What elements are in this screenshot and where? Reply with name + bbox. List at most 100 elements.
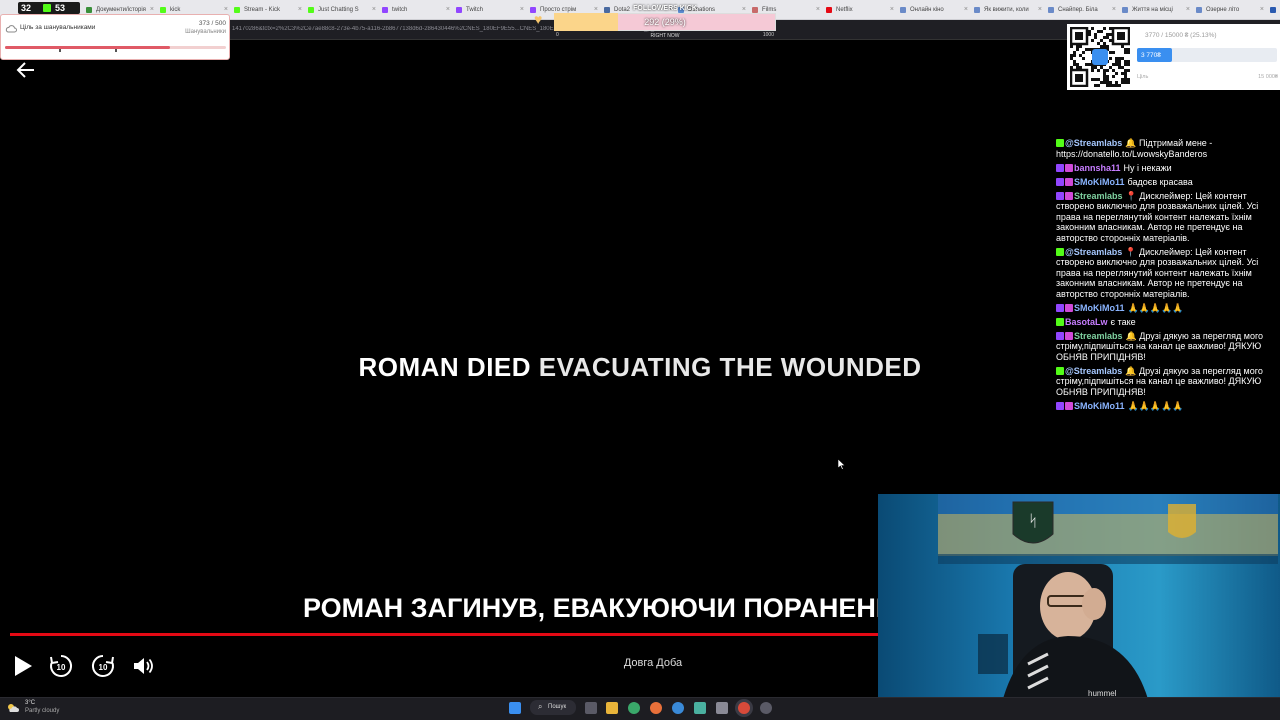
donation-qr-widget: 3770 / 15000 ₴ (25.13%) 3 770₴ Ціль 15 0…	[1067, 24, 1280, 90]
weather-desc[interactable]: Partly cloudy	[25, 708, 59, 714]
tab-close-icon[interactable]: ×	[446, 3, 450, 17]
chat-emote-icon: 🔔	[1125, 330, 1140, 341]
browser-tab[interactable]: Stream - Kick ×	[232, 3, 302, 17]
kick-platform-icon	[1056, 366, 1064, 375]
play-icon	[15, 656, 32, 676]
tab-favicon-icon	[382, 7, 388, 13]
badge-icon	[1065, 401, 1073, 410]
title-bold: ROMAN DIED	[358, 352, 532, 382]
tab-close-icon[interactable]: ×	[964, 3, 968, 17]
weather-icon[interactable]	[6, 701, 20, 713]
tab-close-icon[interactable]: ×	[1112, 3, 1116, 17]
chat-username[interactable]: bannsha11	[1074, 163, 1121, 173]
rewind-icon: 10	[50, 654, 73, 677]
browser-tab[interactable]: Netflix ×	[824, 3, 894, 17]
chat-username[interactable]: SMoKiMo11	[1074, 303, 1125, 313]
app-icon[interactable]	[694, 702, 706, 714]
tab-close-icon[interactable]: ×	[816, 3, 820, 17]
tab-close-icon[interactable]: ×	[1186, 3, 1190, 17]
tab-close-icon[interactable]: ×	[1038, 3, 1042, 17]
tab-label: Документи/історія	[96, 7, 146, 13]
chat-username[interactable]: @Streamlabs	[1065, 138, 1122, 148]
firefox-icon[interactable]	[650, 702, 662, 714]
browser-tab[interactable]: DeepState×	[1268, 3, 1280, 17]
search-icon: ⌕	[538, 702, 543, 711]
browser-tab[interactable]: Just Chatting S ×	[306, 3, 376, 17]
tab-close-icon[interactable]: ×	[1260, 3, 1264, 17]
edge-icon[interactable]	[672, 702, 684, 714]
task-view-icon[interactable]	[585, 702, 597, 714]
tab-favicon-icon	[1122, 7, 1128, 13]
chat-emote-icon: 🔔	[1125, 138, 1140, 148]
chat-text: Ну і некажи	[1123, 162, 1172, 173]
file-explorer-icon[interactable]	[606, 702, 618, 714]
goal-progress-fill	[5, 46, 170, 49]
chat-username[interactable]: SMoKiMo11	[1074, 177, 1125, 187]
browser-tab[interactable]: Снайпер. Біла ×	[1046, 3, 1116, 17]
search-label: Пошук	[548, 704, 567, 710]
browser-tab[interactable]: Twitch ×	[454, 3, 524, 17]
chat-username[interactable]: @Streamlabs	[1065, 366, 1122, 376]
donation-amount: 3 770₴	[1141, 52, 1161, 59]
twitch-platform-icon	[1056, 177, 1064, 186]
chat-username[interactable]: Streamlabs	[1074, 331, 1123, 341]
goal-label: Ціль за шанувальниками	[20, 24, 96, 31]
rewind-seconds: 10	[57, 663, 66, 672]
volume-button[interactable]	[129, 652, 157, 680]
rewind-10-button[interactable]: 10	[47, 652, 75, 680]
start-button-icon[interactable]	[509, 702, 521, 714]
followers-footer: RIGHT NOW	[650, 33, 680, 39]
app-icon[interactable]	[716, 702, 728, 714]
chat-username[interactable]: Streamlabs	[1074, 191, 1123, 201]
browser-tab[interactable]: Онлайн кіно ×	[898, 3, 968, 17]
kick-counter-right: 53	[55, 3, 66, 13]
obs-icon[interactable]	[760, 702, 772, 714]
browser-icon-active[interactable]	[738, 702, 750, 714]
badge-icon	[1065, 331, 1073, 340]
kick-counter-left: 32	[21, 3, 32, 13]
browser-tab[interactable]: twitch ×	[380, 3, 450, 17]
tab-favicon-icon	[900, 7, 906, 13]
tab-label: Життя на місці	[1132, 7, 1173, 13]
chat-message: Streamlabs 🔔 Друзі дякую за перегляд мого…	[1054, 331, 1280, 363]
chat-message: @Streamlabs 🔔 Підтримай мене - https://do…	[1054, 138, 1280, 159]
chat-emote-icon: 📍	[1125, 246, 1140, 257]
twitch-platform-icon	[1056, 303, 1064, 312]
kick-platform-icon	[1056, 247, 1064, 256]
tab-close-icon[interactable]: ×	[298, 3, 302, 17]
tab-label: twitch	[392, 7, 408, 13]
twitch-platform-icon	[1056, 401, 1064, 410]
tab-label: Netflix	[836, 7, 853, 13]
tab-close-icon[interactable]: ×	[520, 3, 524, 17]
kick-logo-icon	[43, 4, 51, 12]
taskbar-search[interactable]: ⌕ Пошук	[530, 700, 576, 715]
chat-username[interactable]: @Streamlabs	[1065, 247, 1122, 257]
chat-username[interactable]: BasotaLw	[1065, 317, 1108, 327]
forward-10-button[interactable]: 10	[89, 652, 117, 680]
screen: Документи/історія × kick × Stream - Kick × Jus…	[0, 0, 1280, 720]
episode-title: Довга Доба	[623, 657, 683, 669]
video-progress-fill	[10, 633, 878, 636]
badge-icon	[1065, 303, 1073, 312]
followers-value: 292 (29%)	[644, 17, 686, 27]
tab-label: Stream - Kick	[244, 7, 281, 13]
chrome-icon[interactable]	[628, 702, 640, 714]
badge-icon	[1065, 191, 1073, 200]
forward-icon: 10	[91, 654, 114, 677]
chat-emote-icon: 🔔	[1125, 365, 1140, 376]
weather-temp[interactable]: 3°C	[25, 700, 35, 706]
browser-tab[interactable]: Озерне літо ×	[1194, 3, 1264, 17]
svg-text:ᛋ: ᛋ	[1028, 511, 1038, 530]
chat-username[interactable]: SMoKiMo11	[1074, 401, 1125, 411]
browser-tab[interactable]: Як вижити, коли ×	[972, 3, 1042, 17]
twitch-platform-icon	[1056, 331, 1064, 340]
browser-tab[interactable]: Життя на місці ×	[1120, 3, 1190, 17]
tab-favicon-icon	[1196, 7, 1202, 13]
play-button[interactable]	[8, 652, 36, 680]
chat-message: SMoKiMo11 бадоєв красава	[1054, 177, 1280, 188]
chat-message: bannsha11 Ну і некажи	[1054, 163, 1280, 174]
fan-goal-widget: Ціль за шанувальниками 373 / 500 Шанувал…	[0, 14, 230, 60]
tab-close-icon[interactable]: ×	[890, 3, 894, 17]
back-arrow-icon[interactable]	[12, 58, 40, 82]
tab-close-icon[interactable]: ×	[372, 3, 376, 17]
